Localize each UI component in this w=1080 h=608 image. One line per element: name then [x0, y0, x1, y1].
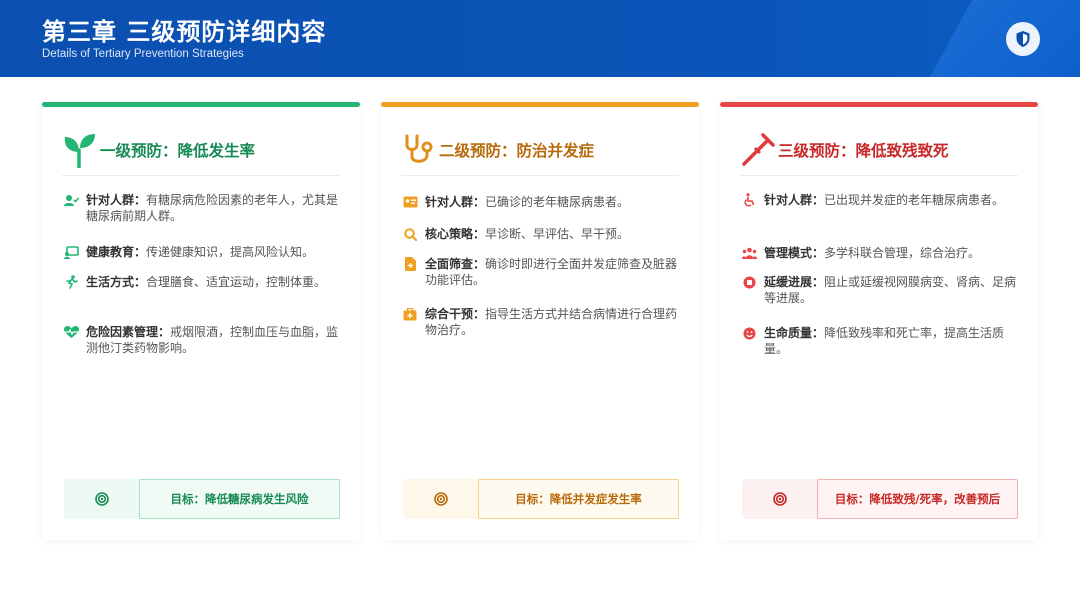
- goal-banner: 目标：降低糖尿病发生风险: [64, 479, 340, 519]
- item-label: 健康教育：: [86, 245, 147, 259]
- list-item: 综合干预：指导生活方式并结合病情进行合理药物治疗。: [401, 306, 685, 338]
- page-title: 第三章 三级预防详细内容: [42, 18, 327, 46]
- card-secondary-prevention: 二级预防：防治并发症 针对人群：已确诊的老年糖尿病患者。 核心策略：早诊断、早评…: [381, 102, 699, 540]
- shield-icon[interactable]: [1006, 22, 1040, 56]
- card-accent-bar: [381, 102, 699, 107]
- goal-text: 目标：降低并发症发生率: [478, 479, 679, 519]
- header-bar: 第三章 三级预防详细内容 Details of Tertiary Prevent…: [0, 0, 1080, 77]
- item-text: 已出现并发症的老年糖尿病患者。: [824, 193, 1005, 207]
- goal-banner: 目标：降低并发症发生率: [403, 479, 679, 519]
- card-header: 三级预防：降低致残致死: [740, 124, 1018, 176]
- item-label: 全面筛查：: [425, 257, 486, 271]
- list-item: 针对人群：有糖尿病危险因素的老年人，尤其是糖尿病前期人群。: [62, 192, 346, 224]
- list-item: 针对人群：已确诊的老年糖尿病患者。: [401, 194, 685, 210]
- search-icon: [401, 226, 419, 242]
- target-icon: [64, 479, 139, 519]
- list-item: 管理模式：多学科联合管理，综合治疗。: [740, 245, 1024, 261]
- item-label: 管理模式：: [764, 246, 825, 260]
- card-title: 一级预防：降低发生率: [100, 141, 256, 160]
- list-item: 延缓进展：阻止或延缓视网膜病变、肾病、足病等进展。: [740, 274, 1024, 306]
- file-medical-icon: [401, 256, 419, 272]
- card-header: 一级预防：降低发生率: [62, 124, 340, 176]
- crutch-icon: [740, 130, 776, 170]
- item-label: 危险因素管理：: [86, 325, 171, 339]
- list-item: 危险因素管理：戒烟限酒，控制血压与血脂，监测他汀类药物影响。: [62, 324, 346, 356]
- sprout-icon: [62, 130, 98, 170]
- team-icon: [740, 245, 758, 261]
- card-accent-bar: [720, 102, 1038, 107]
- item-text: 传递健康知识，提高风险认知。: [146, 245, 315, 259]
- list-item: 生命质量：降低致残率和死亡率，提高生活质量。: [740, 325, 1024, 357]
- card-tertiary-prevention: 三级预防：降低致残致死 针对人群：已出现并发症的老年糖尿病患者。 管理模式：多学…: [720, 102, 1038, 540]
- running-icon: [62, 274, 80, 290]
- list-item: 针对人群：已出现并发症的老年糖尿病患者。: [740, 192, 1024, 208]
- card-primary-prevention: 一级预防：降低发生率 针对人群：有糖尿病危险因素的老年人，尤其是糖尿病前期人群。…: [42, 102, 360, 540]
- stop-icon: [740, 274, 758, 290]
- item-label: 生活方式：: [86, 275, 147, 289]
- item-label: 针对人群：: [86, 193, 147, 207]
- item-label: 核心策略：: [425, 227, 486, 241]
- goal-text: 目标：降低糖尿病发生风险: [139, 479, 340, 519]
- medkit-icon: [401, 306, 419, 322]
- item-text: 合理膳食、适宜运动，控制体重。: [146, 275, 327, 289]
- wheelchair-icon: [740, 192, 758, 208]
- item-label: 生命质量：: [764, 326, 825, 340]
- item-label: 综合干预：: [425, 307, 486, 321]
- goal-banner: 目标：降低致残/死率，改善预后: [742, 479, 1018, 519]
- card-title: 二级预防：防治并发症: [439, 141, 595, 160]
- user-check-icon: [62, 192, 80, 208]
- header-decoration: [930, 0, 1080, 77]
- list-item: 生活方式：合理膳食、适宜运动，控制体重。: [62, 274, 346, 290]
- item-text: 已确诊的老年糖尿病患者。: [485, 195, 630, 209]
- target-icon: [742, 479, 817, 519]
- id-card-icon: [401, 194, 419, 210]
- list-item: 健康教育：传递健康知识，提高风险认知。: [62, 244, 346, 260]
- item-label: 针对人群：: [764, 193, 825, 207]
- target-icon: [403, 479, 478, 519]
- card-title: 三级预防：降低致残致死: [778, 141, 949, 160]
- heartbeat-icon: [62, 324, 80, 340]
- list-item: 全面筛查：确诊时即进行全面并发症筛查及脏器功能评估。: [401, 256, 685, 288]
- item-label: 延缓进展：: [764, 275, 825, 289]
- item-text: 早诊断、早评估、早干预。: [485, 227, 630, 241]
- smile-icon: [740, 325, 758, 341]
- item-text: 多学科联合管理，综合治疗。: [824, 246, 981, 260]
- list-item: 核心策略：早诊断、早评估、早干预。: [401, 226, 685, 242]
- item-label: 针对人群：: [425, 195, 486, 209]
- goal-text: 目标：降低致残/死率，改善预后: [817, 479, 1018, 519]
- card-header: 二级预防：防治并发症: [401, 124, 679, 176]
- stethoscope-icon: [401, 130, 437, 170]
- page-subtitle: Details of Tertiary Prevention Strategie…: [42, 48, 244, 60]
- card-accent-bar: [42, 102, 360, 107]
- chalkboard-icon: [62, 244, 80, 260]
